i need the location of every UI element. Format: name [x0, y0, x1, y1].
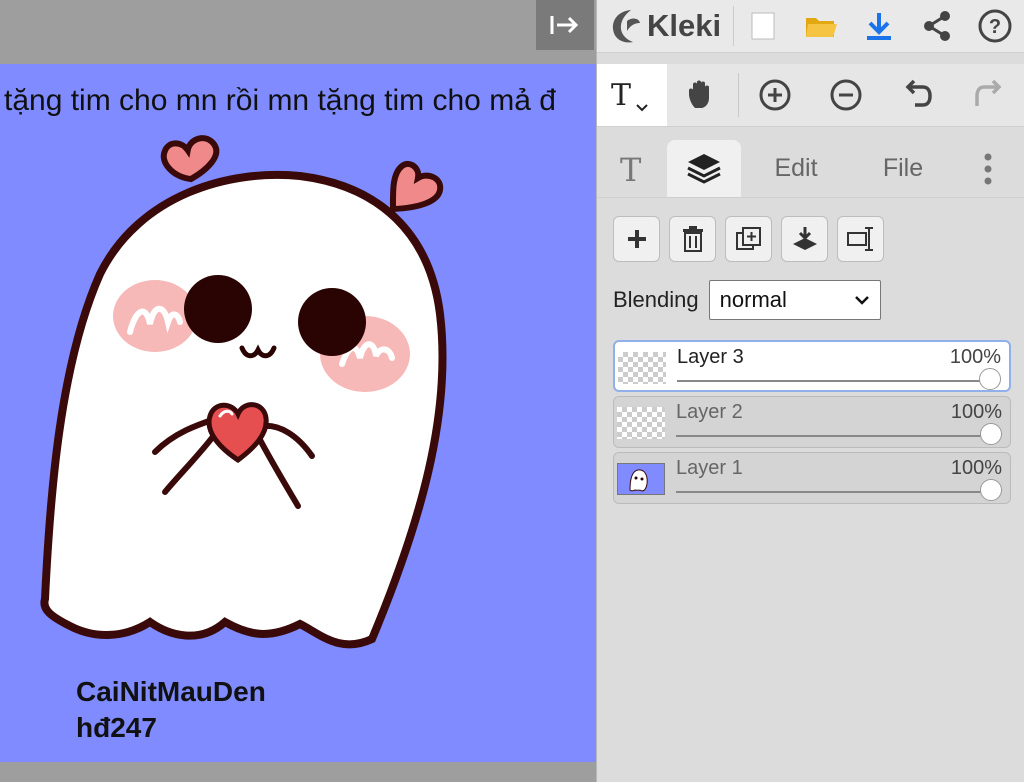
- panel-tabs: T Edit File: [597, 140, 1024, 197]
- svg-text:?: ?: [989, 16, 1001, 38]
- caption-author: CaiNitMauDen: [76, 676, 266, 707]
- opacity-slider-knob[interactable]: [980, 423, 1002, 445]
- hand-tool-button[interactable]: [667, 64, 739, 126]
- opacity-slider-knob[interactable]: [979, 368, 1001, 390]
- duplicate-layer-icon: [735, 227, 761, 250]
- layer-thumbnail: [617, 463, 665, 495]
- help-button[interactable]: ?: [966, 0, 1024, 52]
- tabs-divider: [597, 197, 1024, 198]
- share-icon: [924, 11, 950, 41]
- open-file-button[interactable]: [792, 0, 850, 52]
- svg-text:T: T: [620, 151, 642, 189]
- tab-layers[interactable]: [667, 140, 741, 197]
- rename-layer-button[interactable]: [837, 216, 884, 262]
- blending-value: normal: [719, 287, 787, 312]
- layers-icon: [687, 153, 721, 184]
- new-file-button[interactable]: [734, 0, 792, 52]
- text-tab-icon: T: [620, 151, 642, 189]
- merge-down-button[interactable]: [781, 216, 828, 262]
- app-logo[interactable]: Kleki: [609, 7, 729, 45]
- duplicate-layer-button[interactable]: [725, 216, 772, 262]
- blending-row: Blending normal: [613, 280, 881, 320]
- tab-file[interactable]: File: [851, 140, 955, 197]
- layer-name: Layer 1: [676, 457, 743, 479]
- canvas-top-bar: [0, 0, 596, 62]
- download-icon: [867, 13, 891, 40]
- layer-thumbnail: [617, 407, 665, 439]
- collapse-panel-icon: [550, 16, 579, 34]
- more-menu-button[interactable]: [955, 140, 1021, 197]
- delete-layer-icon: [682, 226, 703, 252]
- undo-button[interactable]: [882, 64, 954, 126]
- download-button[interactable]: [850, 0, 908, 52]
- open-folder-icon: [806, 18, 837, 37]
- layer-name: Layer 2: [676, 401, 743, 423]
- tab-tool-settings[interactable]: T: [597, 140, 667, 197]
- layer-item-3[interactable]: Layer 3 100%: [613, 340, 1011, 392]
- share-button[interactable]: [908, 0, 966, 52]
- layer-item-2[interactable]: Layer 2 100%: [613, 396, 1011, 448]
- opacity-slider-track[interactable]: [677, 380, 991, 382]
- text-tool-button[interactable]: T: [597, 64, 667, 126]
- layer-opacity: 100%: [950, 401, 1002, 423]
- redo-icon: [975, 79, 1002, 106]
- delete-layer-button[interactable]: [669, 216, 716, 262]
- tool-panel: Kleki ? T T Edit File Blending normal La…: [596, 0, 1024, 782]
- chevron-down-icon: [854, 296, 869, 305]
- collapse-panel-button[interactable]: [536, 0, 594, 50]
- tab-edit[interactable]: Edit: [741, 140, 851, 197]
- opacity-slider-track[interactable]: [676, 435, 992, 437]
- blending-select[interactable]: normal: [708, 280, 881, 320]
- add-layer-button[interactable]: [613, 216, 660, 262]
- new-file-icon: [751, 12, 775, 40]
- zoom-in-icon: [759, 79, 791, 111]
- ghost-thumbnail-icon: [629, 469, 648, 492]
- tool-row: T: [597, 64, 1024, 127]
- redo-button[interactable]: [954, 64, 1024, 126]
- zoom-out-icon: [830, 79, 862, 111]
- ghost-drawing: [40, 135, 447, 649]
- app-name: Kleki: [647, 8, 722, 43]
- caption-tag: hđ247: [76, 712, 157, 743]
- text-tool-icon: T: [611, 78, 648, 113]
- opacity-slider-knob[interactable]: [980, 479, 1002, 501]
- layer-opacity: 100%: [949, 346, 1001, 368]
- layer-opacity: 100%: [950, 457, 1002, 479]
- rename-layer-icon: [846, 227, 873, 251]
- layer-item-1[interactable]: Layer 1 100%: [613, 452, 1011, 504]
- hand-tool-icon: [689, 80, 710, 108]
- merge-down-icon: [792, 227, 817, 250]
- zoom-in-button[interactable]: [739, 64, 811, 126]
- add-layer-icon: [627, 230, 646, 248]
- layer-thumbnail: [618, 352, 666, 384]
- layer-name: Layer 3: [677, 346, 744, 368]
- undo-icon: [905, 79, 932, 107]
- more-vertical-icon: [984, 153, 992, 184]
- panel-header: Kleki ?: [597, 0, 1024, 53]
- blending-label: Blending: [613, 287, 699, 312]
- help-icon: ?: [978, 9, 1012, 43]
- layer-actions: [613, 216, 884, 262]
- svg-text:T: T: [611, 78, 631, 113]
- opacity-slider-track[interactable]: [676, 491, 992, 493]
- zoom-out-button[interactable]: [811, 64, 883, 126]
- kleki-logo-icon: [612, 10, 640, 43]
- canvas-bottom-bar: [0, 762, 596, 782]
- drawing-canvas[interactable]: tặng tim cho mn rồi mn tặng tim cho mả đ…: [0, 64, 596, 762]
